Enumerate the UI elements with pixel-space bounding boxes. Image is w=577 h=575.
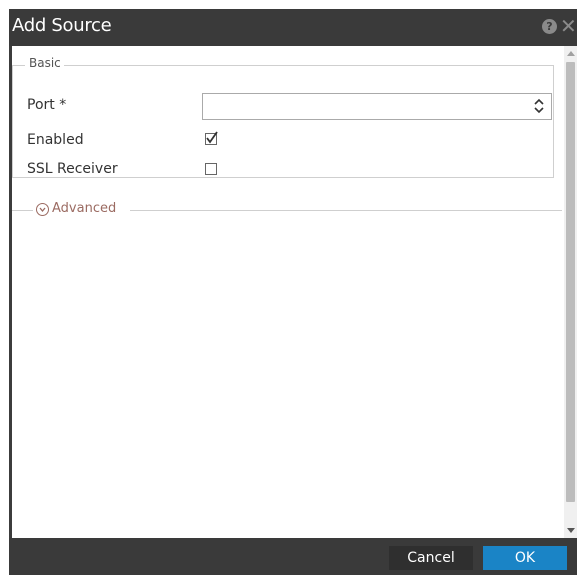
ssl-receiver-checkbox[interactable]: [205, 163, 217, 175]
port-stepper-icon[interactable]: [534, 97, 544, 115]
advanced-toggle[interactable]: Advanced: [52, 201, 116, 216]
advanced-divider-right: [130, 210, 562, 211]
chevron-down-circle-icon[interactable]: [36, 203, 49, 216]
vertical-scrollbar[interactable]: [564, 46, 577, 538]
ssl-receiver-label: SSL Receiver: [27, 161, 118, 177]
scroll-down-arrow-icon[interactable]: [567, 528, 575, 533]
dialog-title: Add Source: [12, 15, 112, 36]
enabled-checkbox[interactable]: [205, 131, 218, 145]
scroll-up-arrow-icon[interactable]: [567, 51, 575, 56]
help-icon[interactable]: ?: [542, 19, 557, 34]
advanced-divider-left: [12, 210, 33, 211]
scroll-thumb[interactable]: [566, 62, 575, 502]
port-label: Port *: [27, 97, 67, 113]
dialog-footer: Cancel OK: [9, 538, 577, 575]
dialog-content: Basic Port * Enabled SSL Receiver Advanc…: [12, 46, 564, 538]
add-source-dialog: Add Source ? ✕ Basic Port * Enabled SSL …: [9, 9, 577, 575]
dialog-titlebar: Add Source ? ✕: [9, 9, 577, 46]
close-icon[interactable]: ✕: [560, 15, 577, 37]
cancel-button[interactable]: Cancel: [389, 546, 473, 570]
port-input[interactable]: [202, 93, 552, 120]
ok-button[interactable]: OK: [483, 546, 567, 570]
enabled-label: Enabled: [27, 132, 84, 148]
checkmark-icon: [206, 131, 218, 144]
